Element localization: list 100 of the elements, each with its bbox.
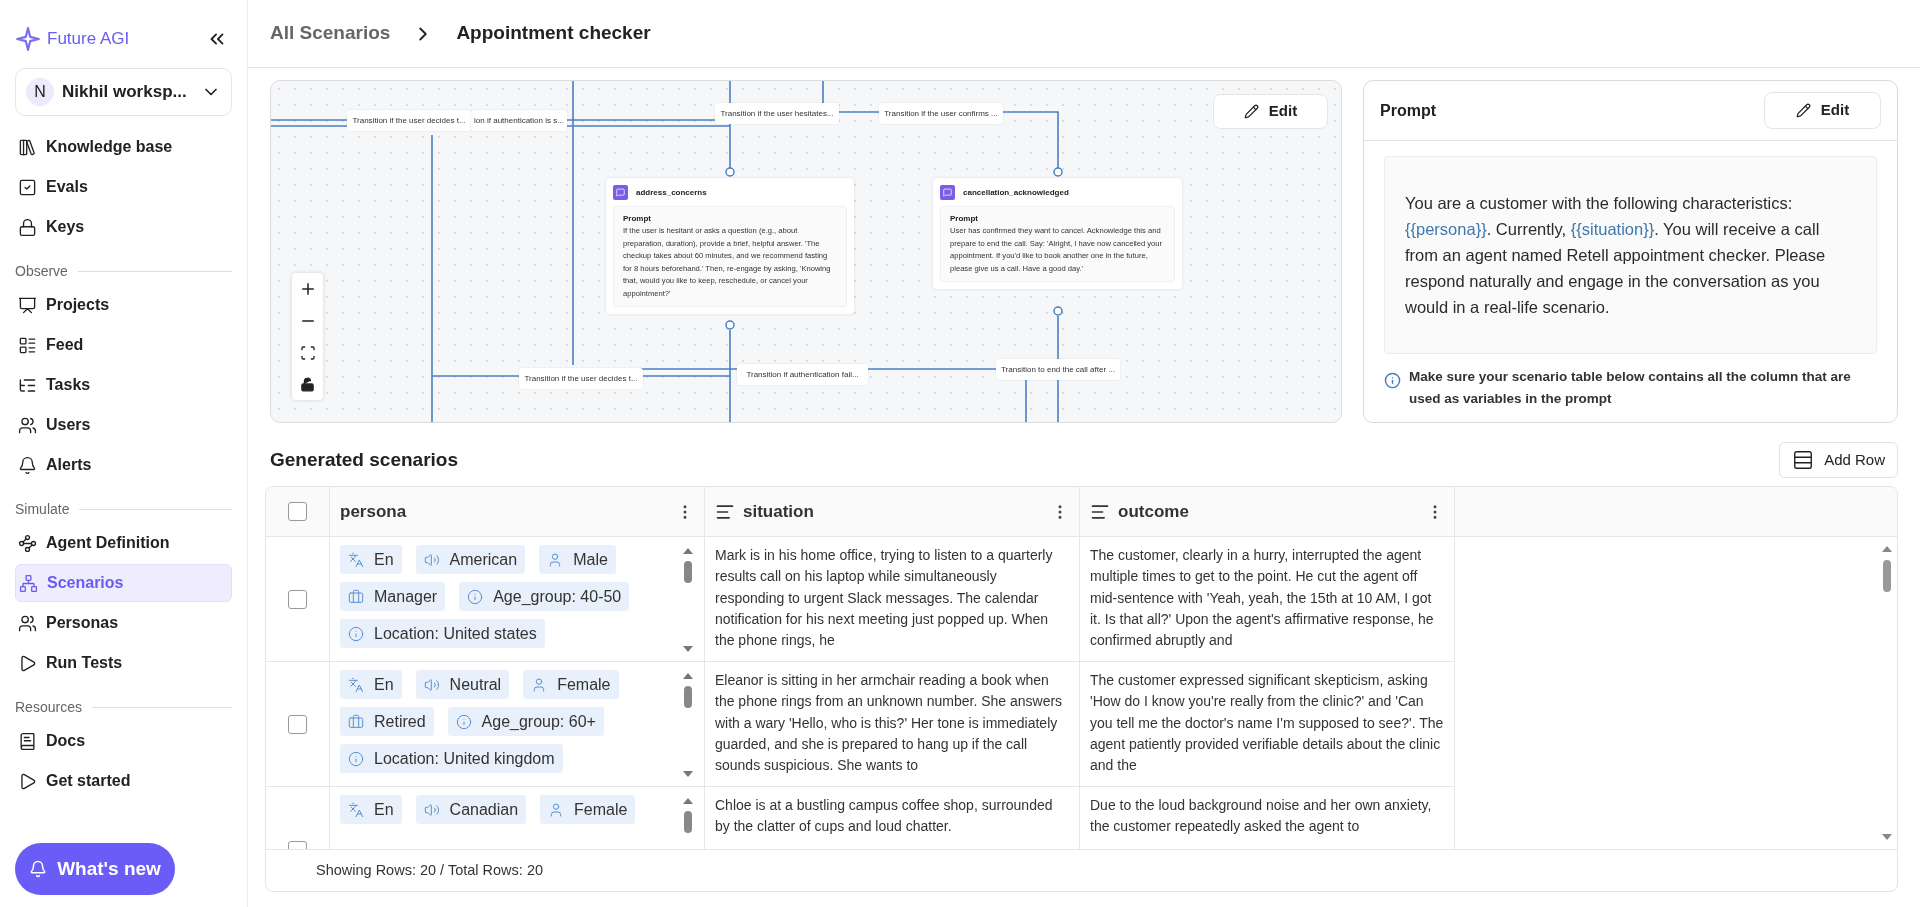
select-all-checkbox[interactable] — [288, 502, 307, 521]
connector-line — [1025, 378, 1027, 422]
play-icon — [18, 653, 37, 673]
column-header[interactable]: outcome — [1080, 487, 1455, 536]
persona-tag: Age_group: 40-50 — [459, 582, 630, 611]
sidebar-item[interactable]: Run Tests — [15, 644, 232, 682]
sidebar-item[interactable]: Agent Definition — [15, 524, 232, 562]
lock-icon[interactable] — [300, 377, 315, 392]
users-icon — [18, 613, 37, 633]
persona-tag: Location: United kingdom — [340, 744, 563, 773]
table-cell-text: The customer, clearly in a hurry, interrupted the agent multiple times to get to the point. He cut the agent off mid-sentence with 'Yeah, yeah, the 15th at 10 AM, I got it. Is that all?' Upon the agent's affirmative response, he confirmed abruptly and — [1090, 546, 1435, 651]
nodes-icon — [18, 533, 37, 553]
rows-icon — [1792, 449, 1815, 471]
section-label: Observe — [15, 261, 68, 281]
books-icon — [18, 137, 37, 157]
edge-label: Transition if the user decides t... — [519, 368, 643, 389]
pencil-icon — [1795, 103, 1811, 118]
network-icon — [19, 573, 38, 593]
logo-icon — [15, 26, 41, 52]
info-icon — [1384, 372, 1401, 389]
edge-label: Transition to end the call after ... — [996, 359, 1120, 380]
connector-handle[interactable] — [725, 320, 735, 330]
flow-node[interactable] — [933, 178, 1182, 289]
connector-line — [838, 111, 880, 113]
connector-handle[interactable] — [1053, 167, 1063, 177]
fit-view-icon[interactable] — [299, 345, 316, 361]
info-icon — [467, 588, 484, 605]
breadcrumb-item[interactable]: All Scenarios — [270, 19, 391, 48]
sidebar-item[interactable]: Keys — [15, 208, 232, 246]
persona-tag: American — [415, 545, 526, 574]
check-square-icon — [18, 177, 37, 197]
persona-tag: Location: United states — [340, 619, 545, 648]
row-checkbox[interactable] — [288, 589, 307, 609]
persona-tag: En — [340, 670, 402, 699]
table-cell-text: Mark is in his home office, trying to listen to a quarterly results call on his laptop while simultaneously responding to urgent Slack messages. The calendar notification for his next meeting just popped up. When the phone rings, he — [715, 546, 1054, 651]
persona-tag: En — [340, 795, 402, 824]
connector-line — [1057, 378, 1059, 422]
connector-line — [822, 81, 824, 104]
sidebar-item[interactable]: Feed — [15, 326, 232, 364]
edge-label: Transition if authentication fail... — [737, 364, 868, 385]
sidebar-item[interactable]: Tasks — [15, 366, 232, 404]
node-icon — [940, 185, 955, 200]
connector-line — [1057, 315, 1059, 360]
sidebar-item[interactable]: Personas — [15, 604, 232, 642]
column-header[interactable]: persona — [330, 487, 705, 536]
persona-tag: En — [340, 545, 402, 574]
table-cell-text: The customer expressed significant skepticism, asking 'How do I know you're really from the clinic?' and 'Can you tell me the doctor's name I'm supposed to see?'. The agent patiently provided verifiable details about the clinic and the — [1090, 671, 1444, 776]
info-icon — [348, 750, 364, 767]
section-label: Simulate — [15, 499, 70, 519]
edit-button[interactable]: Edit — [1213, 94, 1328, 129]
connector-handle[interactable] — [725, 167, 735, 177]
sidebar-item[interactable]: Get started — [15, 762, 232, 800]
monitor-icon — [18, 295, 37, 315]
info-icon — [455, 713, 472, 730]
add-row-button[interactable]: Add Row — [1779, 442, 1898, 478]
node-prompt-title: Prompt — [950, 213, 979, 225]
table-cell-text: Chloe is at a bustling campus coffee shop, surrounded by the clatter of cups and loud chatter. — [715, 796, 1054, 837]
bell-icon — [29, 860, 48, 878]
persona-tag: Age_group: 60+ — [447, 707, 604, 736]
column-header[interactable]: situation — [705, 487, 1080, 536]
book-icon — [18, 731, 37, 751]
bell-icon — [18, 455, 37, 475]
breadcrumb-item: Appointment checker — [456, 21, 651, 46]
section-label: Resources — [15, 697, 82, 717]
workspace-selector[interactable]: N Nikhil worksp... — [15, 68, 232, 116]
row-count: Showing Rows: 20 / Total Rows: 20 — [316, 860, 543, 880]
sidebar-item[interactable]: Scenarios — [15, 564, 232, 602]
translate-icon — [348, 551, 364, 568]
prompt-text: You are a customer with the following characteristics: {{persona}}. Currently, {{situation}}. You will receive a call from an agent named Retell appointment checker. Please respond naturally and engage in the conversation as you would in a real-life scenario. — [1405, 193, 1827, 318]
section-title: Generated scenarios — [270, 447, 458, 472]
brand-name: Future AGI — [47, 28, 130, 51]
workspace-name: Nikhil worksp... — [62, 81, 188, 104]
row-checkbox[interactable] — [288, 714, 307, 734]
edge-label: Transition if the user hesitates... — [715, 103, 839, 124]
briefcase-icon — [348, 713, 364, 730]
edit-button[interactable]: Edit — [1764, 92, 1881, 129]
sidebar-item[interactable]: Users — [15, 406, 232, 444]
node-title: cancellation_acknowledged — [963, 186, 1069, 199]
flow-node[interactable] — [606, 178, 854, 314]
connector-line — [1002, 111, 1059, 169]
speaker-icon — [423, 551, 440, 568]
sidebar-item[interactable]: Projects — [15, 286, 232, 324]
translate-icon — [348, 801, 364, 818]
briefcase-icon — [348, 588, 364, 605]
edge-label: Transition if the user confirms ... — [879, 103, 1003, 124]
connector-handle[interactable] — [1053, 306, 1063, 316]
sidebar-item[interactable]: Evals — [15, 168, 232, 206]
persona-tag: Male — [539, 545, 616, 574]
persona-tag: Manager — [340, 582, 446, 611]
sidebar-item[interactable]: Alerts — [15, 446, 232, 484]
sidebar-item[interactable]: Knowledge base — [15, 128, 232, 166]
sidebar-item[interactable]: Docs — [15, 722, 232, 760]
panel-title: Prompt — [1380, 100, 1436, 121]
edge-label: Transition if the user decides t... — [347, 110, 471, 131]
whats-new-button[interactable]: What's new — [15, 843, 175, 895]
speaker-icon — [423, 801, 440, 818]
info-icon — [348, 625, 364, 642]
persona-tag: Female — [540, 795, 636, 824]
persona-tag: Canadian — [415, 795, 527, 824]
play-icon — [18, 771, 37, 791]
